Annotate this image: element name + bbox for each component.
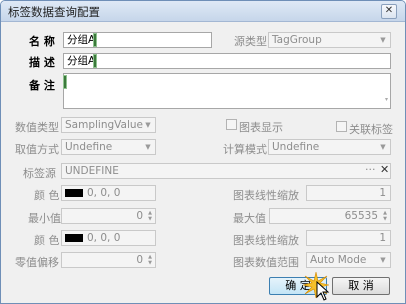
chart-range-label: 图表数值范围 — [233, 256, 299, 269]
cancel-button[interactable]: 取 消 — [332, 277, 390, 295]
clear-icon[interactable]: ✕ — [380, 163, 389, 176]
calc-mode-select[interactable]: Undefine ▼ — [268, 139, 391, 155]
text-cursor — [94, 55, 96, 67]
spinner-arrows-icon[interactable]: ▲ ▼ — [146, 254, 154, 266]
dialog-title: 标签数据查询配置 — [8, 5, 100, 19]
zero-offset-label: 零值偏移 — [15, 256, 59, 269]
chart-display-label: 图表显示 — [239, 121, 283, 134]
text-cursor — [64, 76, 66, 88]
min-label: 最小值 — [28, 212, 61, 225]
config-dialog: 标签数据查询配置 ✕ 名 称 分组A 源类型 TagGroup ▼ 描 述 分组… — [0, 0, 406, 304]
max-spinner[interactable]: 65535 ▲ ▼ — [269, 208, 391, 224]
desc-input[interactable]: 分组A — [63, 53, 391, 69]
mouse-pointer-icon — [316, 281, 330, 301]
chevron-down-icon: ▼ — [145, 143, 151, 151]
zero-offset-spinner[interactable]: 0 ▲ ▼ — [61, 252, 156, 268]
browse-button[interactable]: ··· — [365, 163, 376, 176]
text-cursor — [94, 34, 96, 46]
fetch-mode-select[interactable]: Undefine ▼ — [61, 139, 156, 155]
chart-line-scale1-input[interactable]: 1 — [306, 185, 391, 201]
color2-picker[interactable]: 0, 0, 0 — [61, 230, 156, 246]
tag-source-label: 标签源 — [23, 167, 56, 180]
tag-source-input[interactable]: UNDEFINE — [61, 163, 391, 179]
fetch-mode-label: 取值方式 — [15, 143, 59, 156]
close-icon: ✕ — [384, 5, 394, 16]
source-type-label: 源类型 — [234, 35, 267, 48]
color2-label: 颜 色 — [34, 234, 60, 247]
max-label: 最大值 — [233, 212, 266, 225]
source-type-select[interactable]: TagGroup ▼ — [268, 32, 391, 48]
data-type-select[interactable]: SamplingValue ▼ — [61, 117, 156, 133]
chart-display-checkbox[interactable] — [226, 119, 237, 130]
color1-label: 颜 色 — [34, 189, 60, 202]
data-type-label: 数值类型 — [15, 121, 59, 134]
resize-grip-icon: ▾ — [384, 96, 388, 103]
name-input[interactable]: 分组A — [63, 32, 212, 48]
min-spinner[interactable]: 0 ▲ ▼ — [61, 208, 156, 224]
chart-line-scale2-input[interactable]: 1 — [306, 230, 391, 246]
chevron-down-icon: ▼ — [380, 143, 386, 151]
color1-picker[interactable]: 0, 0, 0 — [61, 185, 156, 201]
remark-textarea[interactable]: ▾ — [63, 73, 391, 109]
calc-mode-label: 计算模式 — [223, 143, 267, 156]
chart-line-scale1-label: 图表线性缩放 — [233, 189, 299, 202]
remark-label: 备 注 — [29, 79, 55, 92]
related-tag-label: 关联标签 — [349, 123, 393, 136]
chart-line-scale2-label: 图表线性缩放 — [233, 234, 299, 247]
color-swatch — [65, 234, 83, 242]
desc-label: 描 述 — [29, 56, 55, 69]
chevron-down-icon: ▼ — [380, 256, 386, 264]
related-tag-checkbox[interactable] — [336, 121, 347, 132]
spinner-arrows-icon[interactable]: ▲ ▼ — [381, 210, 389, 222]
color-swatch — [65, 189, 83, 197]
close-button[interactable]: ✕ — [381, 4, 397, 19]
name-label: 名 称 — [29, 35, 55, 48]
chevron-down-icon: ▼ — [145, 121, 151, 129]
title-bar: 标签数据查询配置 ✕ — [1, 1, 405, 22]
chart-range-select[interactable]: Auto Mode ▼ — [306, 252, 391, 268]
spinner-arrows-icon[interactable]: ▲ ▼ — [146, 210, 154, 222]
chevron-down-icon: ▼ — [380, 36, 386, 44]
